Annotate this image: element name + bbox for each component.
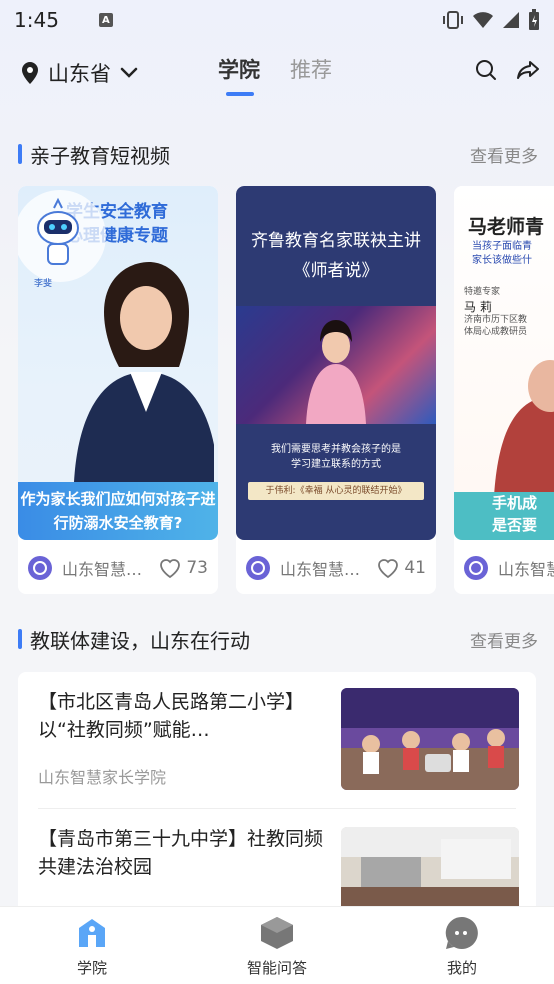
section-title: 亲子教育短视频 <box>30 143 170 168</box>
nav-item-academy[interactable]: 学院 <box>32 915 152 978</box>
like-button[interactable]: 41 <box>376 557 426 579</box>
video-card[interactable]: 齐鲁教育名家联袂主讲 《师者说》 我们需要思考并教会孩子的是 学习建立联系的方式… <box>236 186 436 594</box>
thumbnail-title-line: 《师者说》 <box>293 261 379 281</box>
expert-name: 李斐 <box>34 279 53 289</box>
section-accent-bar <box>18 629 22 649</box>
section-accent-bar <box>18 144 22 164</box>
app-header: 山东省 学院 推荐 <box>0 48 554 98</box>
expert-name: 马 莉 <box>464 300 492 314</box>
signal-icon <box>503 12 519 28</box>
thumbnail-subtitle-line: 当孩子面临青 <box>472 241 532 252</box>
news-source: 山东智慧家长学院 <box>38 768 167 787</box>
video-caption: 手机成 是否要 <box>454 492 554 540</box>
news-list: 【市北区青岛人民路第二小学】以“社教同频”赋能… 山东智慧家长学院 【青岛市第三… <box>18 672 536 912</box>
location-pin-icon <box>22 62 38 84</box>
battery-icon <box>529 9 539 30</box>
news-item[interactable]: 【青岛市第三十九中学】社教同频共建法治校园 <box>18 809 536 912</box>
share-icon[interactable] <box>516 58 540 82</box>
video-carousel[interactable]: 学生安全教育 心理健康专题 李斐 作为家长我们应如何对孩子进行防溺水安全教育? … <box>18 186 554 596</box>
video-thumbnail[interactable]: 学生安全教育 心理健康专题 李斐 作为家长我们应如何对孩子进行防溺水安全教育? <box>18 186 218 540</box>
top-tabs: 学院 推荐 <box>218 54 332 96</box>
location-selector[interactable]: 山东省 <box>20 58 139 88</box>
chevron-down-icon <box>120 67 138 78</box>
source-logo-icon <box>246 556 270 580</box>
like-count: 73 <box>186 558 208 578</box>
video-thumbnail[interactable]: 齐鲁教育名家联袂主讲 《师者说》 我们需要思考并教会孩子的是 学习建立联系的方式… <box>236 186 436 540</box>
like-button[interactable]: 73 <box>158 557 208 579</box>
view-more-link[interactable]: 查看更多 <box>470 627 538 652</box>
caption-line: 手机成 <box>492 494 538 512</box>
status-icons <box>442 9 540 31</box>
video-caption: 作为家长我们应如何对孩子进行防溺水安全教育? <box>18 482 218 540</box>
thumbnail-title-line: 齐鲁教育名家联袂主讲 <box>251 231 421 251</box>
section-header-video: 亲子教育短视频 查看更多 <box>18 139 538 169</box>
status-time: 1:45 <box>14 8 59 32</box>
video-source: 山东智慧家长学院 <box>498 560 554 579</box>
nav-label: 我的 <box>446 959 477 977</box>
presenter-image <box>74 262 214 482</box>
nav-item-profile[interactable]: 我的 <box>402 915 522 978</box>
stage-image <box>236 306 436 424</box>
expert-desc: 济南市历下区教 体局心成教研员 <box>464 315 528 337</box>
heart-icon <box>378 559 399 579</box>
video-thumbnail-subtitle: 当孩子面临青 家长该做些什 <box>472 240 532 268</box>
header-actions <box>474 58 540 82</box>
search-icon[interactable] <box>474 58 498 82</box>
bottom-navigation: 学院 智能问答 我的 <box>0 906 554 984</box>
nav-label: 智能问答 <box>246 959 307 977</box>
vibrate-icon <box>443 11 463 29</box>
nav-label: 学院 <box>76 959 107 977</box>
video-source: 山东智慧家长学院 <box>62 560 146 579</box>
video-card-footer: 山东智慧家长学院 <box>454 542 554 594</box>
news-thumbnail <box>341 688 519 790</box>
school-icon <box>74 915 110 951</box>
video-body-text: 我们需要思考并教会孩子的是 学习建立联系的方式 <box>271 444 401 470</box>
tab-recommend[interactable]: 推荐 <box>290 54 332 94</box>
source-logo-icon <box>464 556 488 580</box>
heart-icon <box>160 559 181 579</box>
tab-academy[interactable]: 学院 <box>218 54 260 96</box>
video-thumbnail[interactable]: 马老师青 当孩子面临青 家长该做些什 特邀专家 马 莉 济南市历下区教 体局心成… <box>454 186 554 540</box>
news-item[interactable]: 【市北区青岛人民路第二小学】以“社教同频”赋能… 山东智慧家长学院 <box>18 672 536 809</box>
section-header-news: 教联体建设，山东在行动 查看更多 <box>18 624 538 654</box>
thumbnail-subtitle-line: 家长该做些什 <box>472 255 532 266</box>
video-card[interactable]: 学生安全教育 心理健康专题 李斐 作为家长我们应如何对孩子进行防溺水安全教育? … <box>18 186 218 594</box>
wifi-icon <box>473 12 493 28</box>
profile-icon <box>444 915 480 951</box>
news-title: 【市北区青岛人民路第二小学】以“社教同频”赋能… <box>38 691 305 741</box>
source-logo-icon <box>28 556 52 580</box>
video-card-footer: 山东智慧家长学院 41 <box>236 542 436 594</box>
presenter-image <box>494 360 554 496</box>
video-thumbnail-title: 齐鲁教育名家联袂主讲 《师者说》 <box>236 226 436 286</box>
expert-title: 特邀专家 <box>464 287 501 297</box>
status-bar: 1:45 A <box>0 0 554 40</box>
video-tag: 于伟利:《幸福 从心灵的联结开始》 <box>248 482 424 500</box>
like-count: 41 <box>404 558 426 578</box>
nav-item-ai-answer[interactable]: 智能问答 <box>217 915 337 978</box>
ai-answer-icon <box>259 915 295 951</box>
news-thumbnail <box>341 827 519 912</box>
notification-icon: A <box>98 13 113 27</box>
video-thumbnail-title: 马老师青 <box>468 216 545 238</box>
news-title: 【青岛市第三十九中学】社教同频共建法治校园 <box>38 828 324 878</box>
location-label: 山东省 <box>48 62 111 86</box>
video-card[interactable]: 马老师青 当孩子面临青 家长该做些什 特邀专家 马 莉 济南市历下区教 体局心成… <box>454 186 554 594</box>
view-more-link[interactable]: 查看更多 <box>470 142 538 167</box>
video-source: 山东智慧家长学院 <box>280 560 364 579</box>
caption-line: 是否要 <box>492 516 538 534</box>
section-title: 教联体建设，山东在行动 <box>30 628 250 653</box>
video-card-footer: 山东智慧家长学院 73 <box>18 542 218 594</box>
